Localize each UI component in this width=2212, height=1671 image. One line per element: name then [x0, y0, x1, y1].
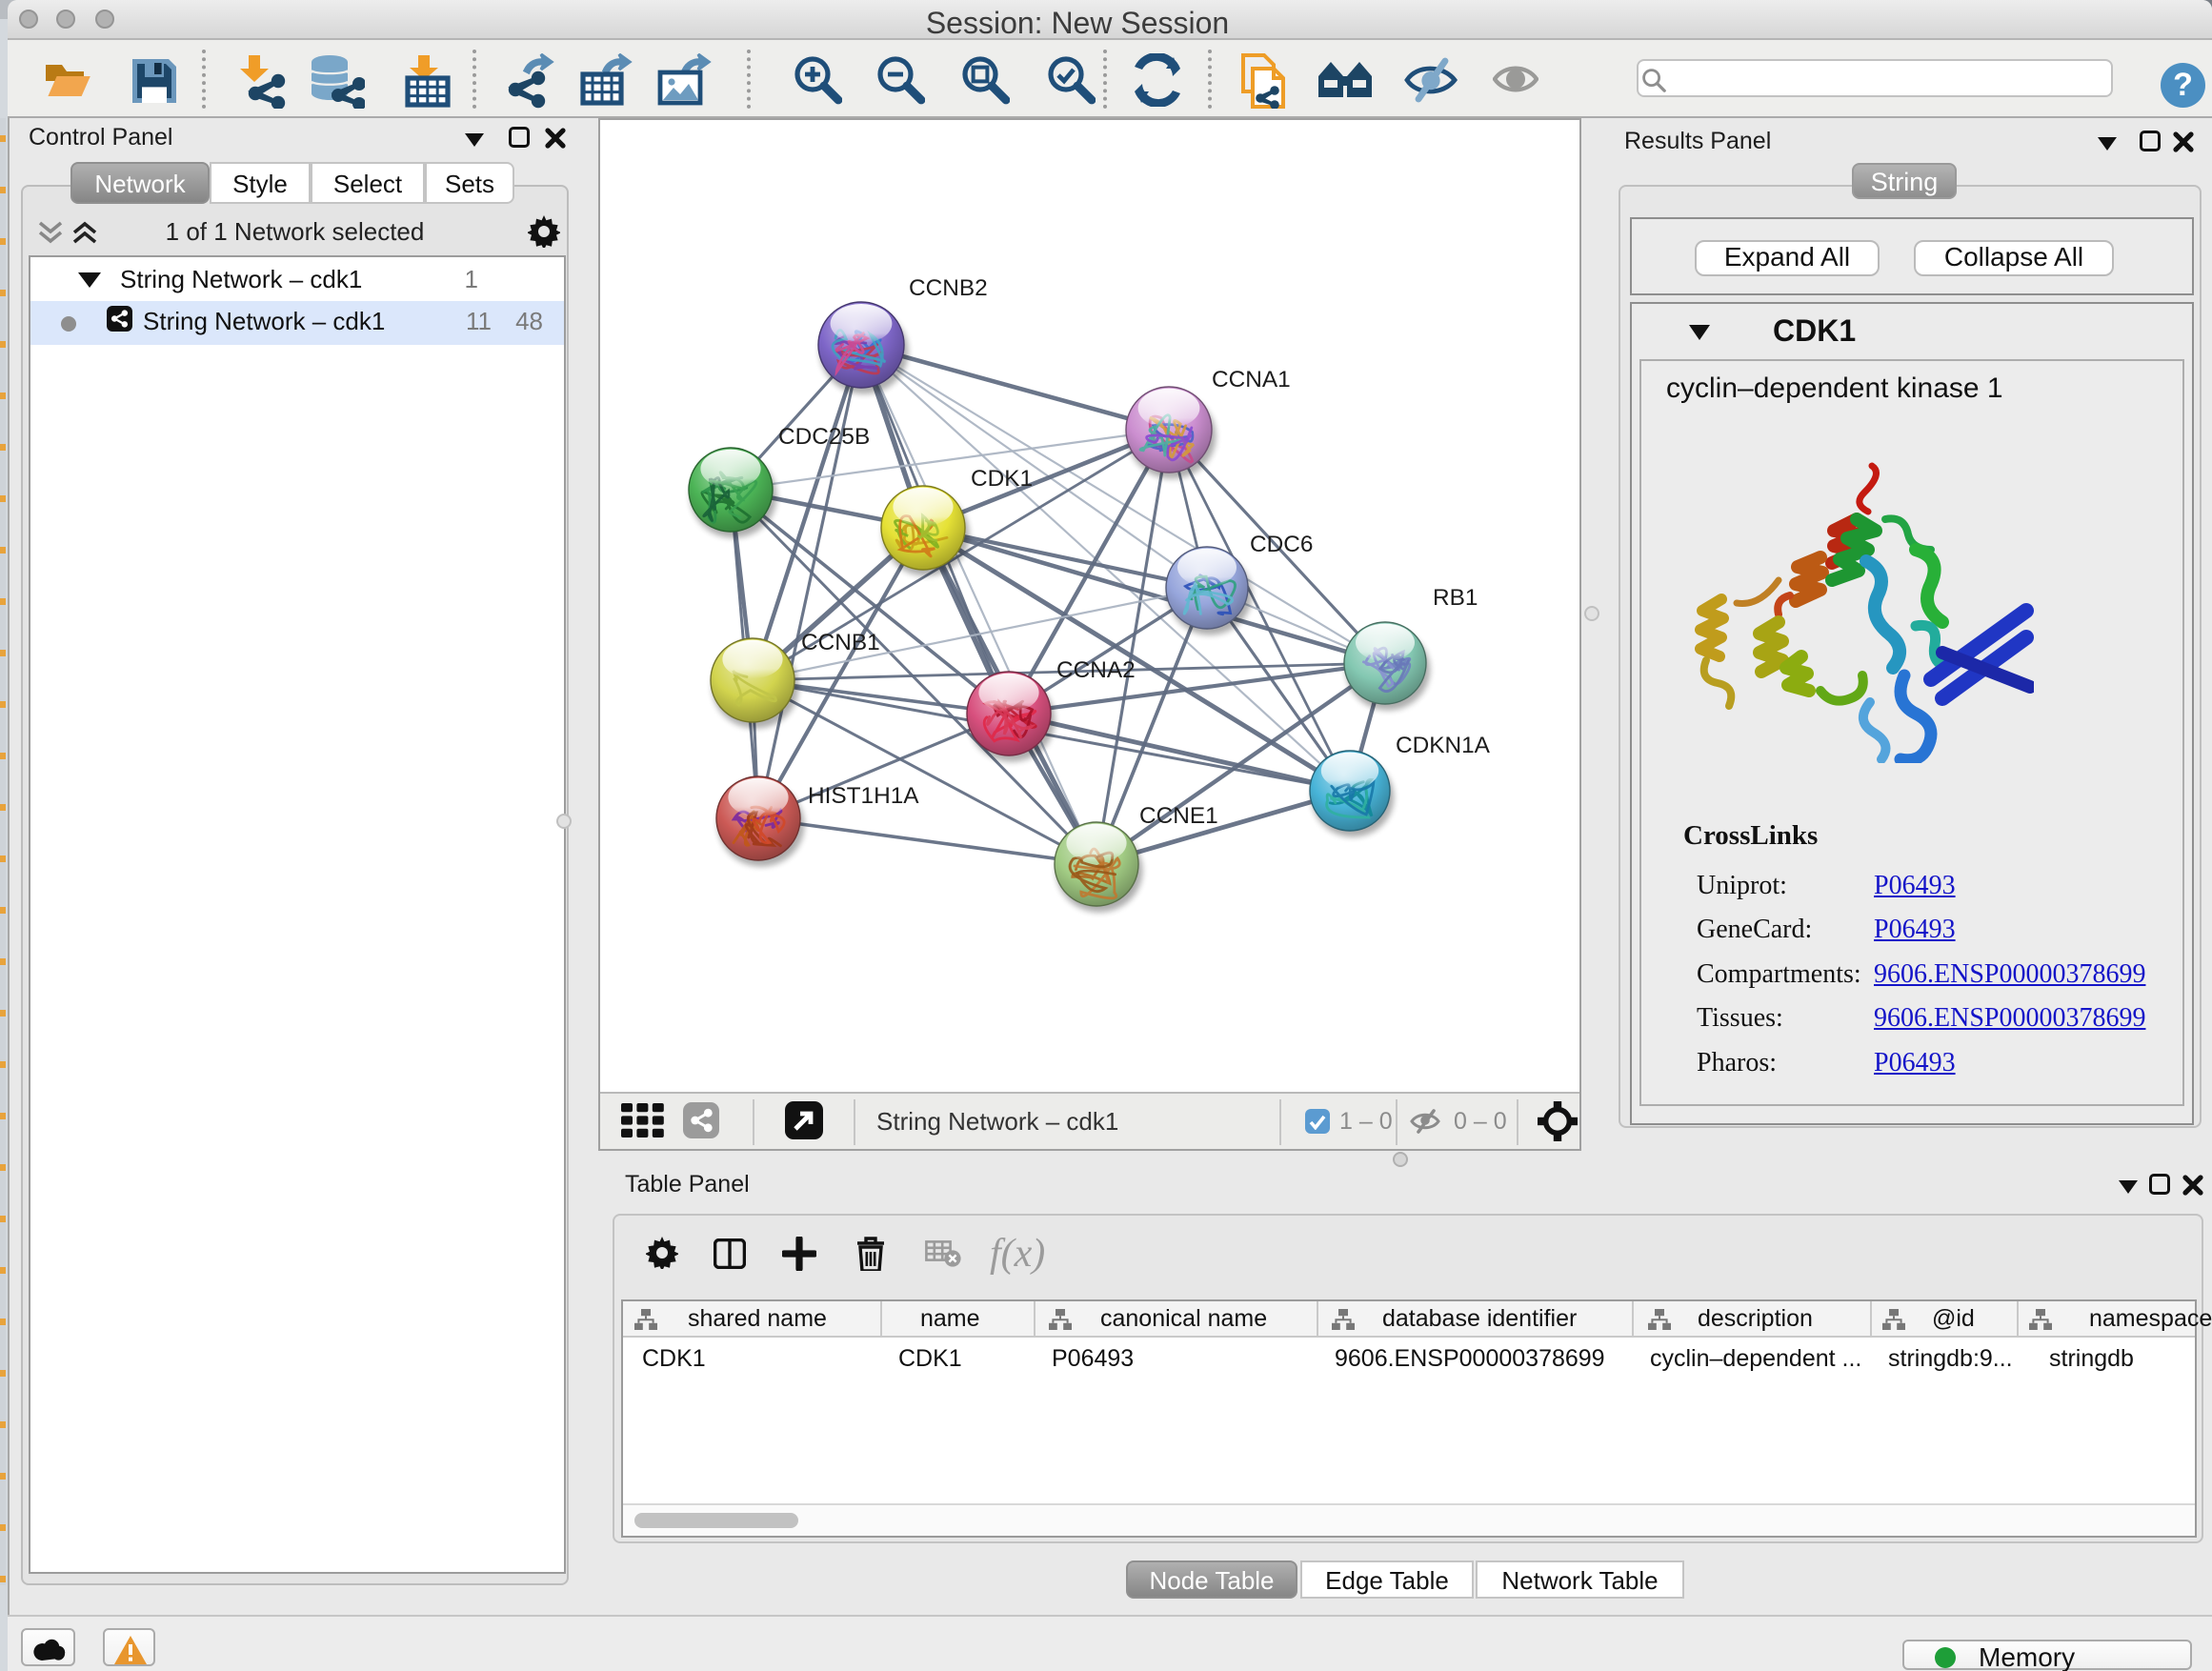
svg-text:CCNB2: CCNB2 — [909, 275, 988, 301]
svg-text:CDK1: CDK1 — [971, 466, 1033, 492]
svg-text:CDC25B: CDC25B — [778, 424, 870, 450]
svg-text:HIST1H1A: HIST1H1A — [808, 783, 919, 809]
svg-text:RB1: RB1 — [1433, 585, 1478, 611]
svg-text:CCNA2: CCNA2 — [1056, 657, 1136, 683]
svg-text:CCNB1: CCNB1 — [801, 630, 880, 655]
svg-text:CDC6: CDC6 — [1250, 532, 1313, 557]
svg-text:CCNE1: CCNE1 — [1139, 803, 1218, 829]
svg-text:CDKN1A: CDKN1A — [1396, 733, 1491, 758]
svg-text:CCNA1: CCNA1 — [1212, 367, 1291, 393]
